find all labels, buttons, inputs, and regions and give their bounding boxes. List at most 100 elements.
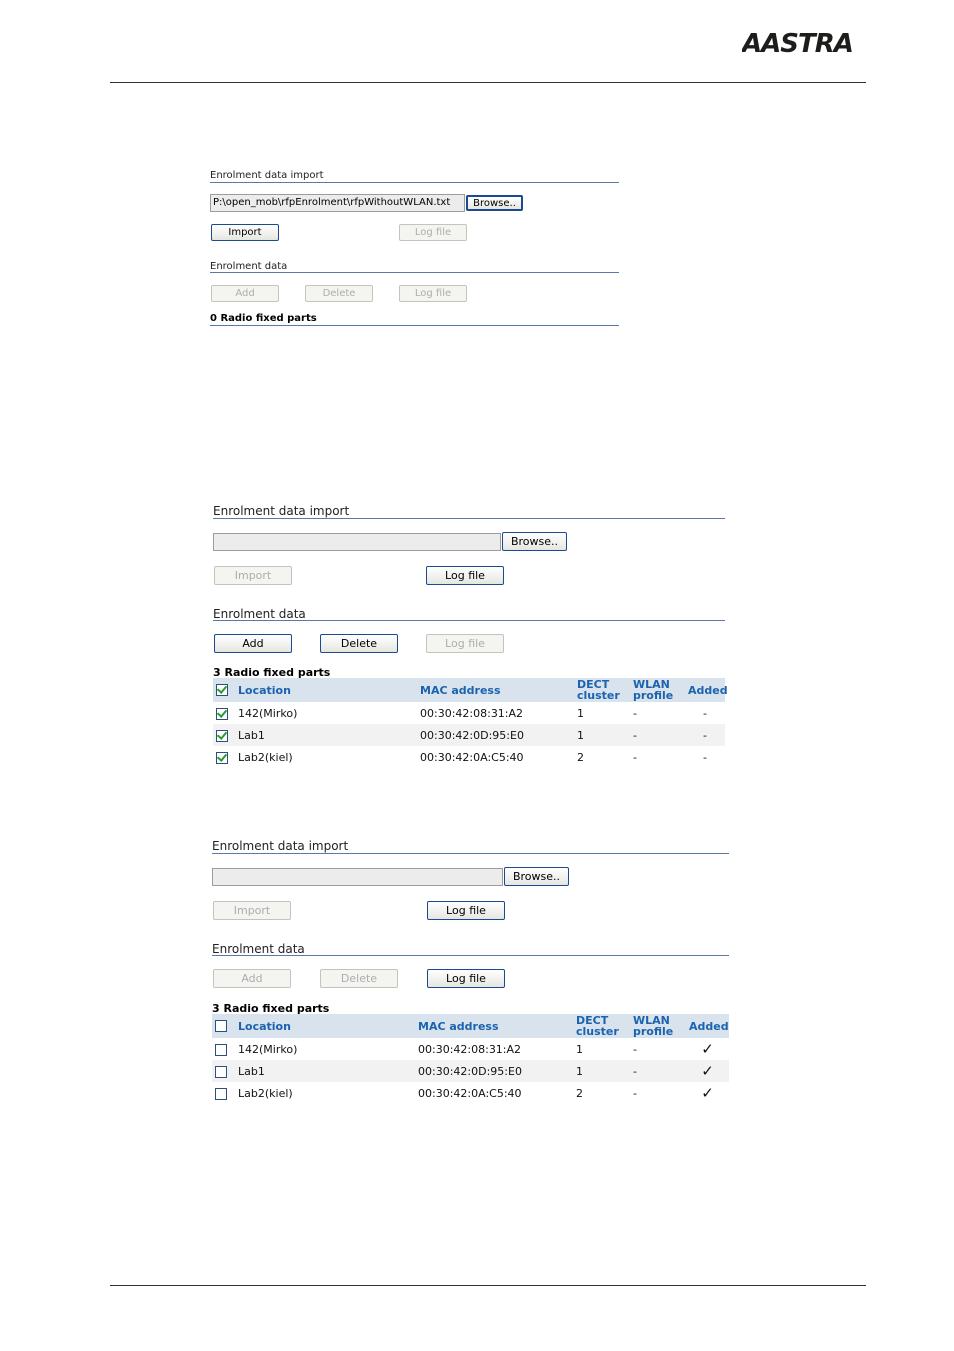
cell-mac: 00:30:42:0D:95:E0 [415, 1060, 573, 1082]
added-check-icon: ✓ [701, 1040, 714, 1058]
cell-mac: 00:30:42:0D:95:E0 [417, 724, 574, 746]
cell-added: - [685, 724, 725, 746]
section-title-data: Enrolment data [212, 942, 305, 956]
cell-location: 142(Mirko) [238, 706, 298, 720]
cell-mac: 00:30:42:0A:C5:40 [420, 750, 524, 764]
rfp-count: 0 Radio fixed parts [210, 313, 317, 324]
import-log-file-button[interactable]: Log file [427, 901, 505, 920]
select-all-cell[interactable] [213, 678, 235, 702]
table-row[interactable]: 142(Mirko) 00:30:42:08:31:A2 1 - - [213, 702, 725, 724]
cell-added: - [703, 706, 707, 720]
cell-location: Lab2(kiel) [238, 750, 293, 764]
cell-location: Lab2(kiel) [238, 1086, 293, 1100]
col-dect: DECT cluster [573, 1014, 630, 1038]
table-row[interactable]: Lab2(kiel) 00:30:42:0A:C5:40 2 - - [213, 746, 725, 768]
section-line [210, 182, 619, 183]
file-path-input[interactable] [212, 868, 503, 886]
added-check-icon: ✓ [701, 1084, 714, 1102]
import-button[interactable]: Import [214, 566, 292, 585]
section-title-import: Enrolment data import [210, 170, 324, 181]
cell-mac: 00:30:42:0A:C5:40 [418, 1086, 522, 1100]
delete-button[interactable]: Delete [320, 969, 398, 988]
table-header-row: Location MAC address DECT cluster WLAN pro… [213, 678, 728, 702]
add-button[interactable]: Add [211, 285, 279, 302]
import-button[interactable]: Import [213, 901, 291, 920]
panel-empty-import: Enrolment data import P:\open_mob\rfpEnr… [210, 170, 620, 330]
import-button[interactable]: Import [211, 224, 279, 241]
select-all-checkbox[interactable] [216, 684, 228, 696]
section-line [213, 518, 725, 519]
section-line [213, 620, 725, 621]
delete-button[interactable]: Delete [320, 634, 398, 653]
row-checkbox[interactable] [215, 1043, 227, 1056]
import-log-file-button[interactable]: Log file [399, 224, 467, 241]
add-button[interactable]: Add [214, 634, 292, 653]
rfp-table: Location MAC address DECT cluster WLAN pro… [212, 1014, 729, 1104]
table-row[interactable]: Lab1 00:30:42:0D:95:E0 1 - ✓ [212, 1060, 729, 1082]
table-header-row: Location MAC address DECT cluster WLAN pro… [212, 1014, 729, 1038]
col-mac: MAC address [417, 678, 574, 702]
header-rule [110, 82, 866, 83]
table-row[interactable]: 142(Mirko) 00:30:42:08:31:A2 1 - ✓ [212, 1038, 729, 1060]
cell-wlan: - [633, 1042, 637, 1056]
data-log-file-button[interactable]: Log file [426, 634, 504, 653]
cell-wlan: - [633, 1086, 637, 1100]
cell-added: - [703, 750, 707, 764]
rfp-table: Location MAC address DECT cluster WLAN pro… [213, 678, 728, 768]
cell-wlan: - [630, 1060, 686, 1082]
cell-mac: 00:30:42:08:31:A2 [418, 1042, 522, 1056]
footer-rule [110, 1285, 866, 1286]
cell-wlan: - [633, 750, 637, 764]
section-title-import: Enrolment data import [212, 839, 349, 853]
browse-button[interactable]: Browse.. [504, 867, 569, 886]
table-row[interactable]: Lab1 00:30:42:0D:95:E0 1 - - [213, 724, 725, 746]
file-path-input[interactable]: P:\open_mob\rfpEnrolment\rfpWithoutWLAN.… [210, 194, 465, 212]
aastra-logo: AASTRA [742, 29, 854, 58]
select-all-checkbox[interactable] [215, 1020, 227, 1032]
cell-dect: 2 [576, 1086, 583, 1100]
row-checkbox[interactable] [216, 751, 228, 764]
cell-dect: 1 [577, 706, 584, 720]
cell-wlan: - [633, 706, 637, 720]
row-checkbox[interactable] [215, 1087, 227, 1100]
cell-location: 142(Mirko) [238, 1042, 298, 1056]
logo-text: AASTRA [742, 29, 853, 58]
cell-location: Lab1 [235, 724, 417, 746]
col-mac: MAC address [415, 1014, 573, 1038]
row-checkbox[interactable] [216, 707, 228, 720]
browse-button[interactable]: Browse.. [502, 532, 567, 551]
col-added: Added [685, 678, 728, 702]
table-row[interactable]: Lab2(kiel) 00:30:42:0A:C5:40 2 - ✓ [212, 1082, 729, 1104]
cell-dect: 2 [577, 750, 584, 764]
data-log-file-button[interactable]: Log file [399, 285, 467, 302]
row-checkbox[interactable] [215, 1065, 227, 1078]
data-log-file-button[interactable]: Log file [427, 969, 505, 988]
select-all-cell[interactable] [212, 1014, 235, 1038]
section-line [212, 853, 729, 854]
add-button[interactable]: Add [213, 969, 291, 988]
cell-location: Lab1 [235, 1060, 415, 1082]
col-wlan: WLAN profile [630, 678, 685, 702]
cell-dect: 1 [576, 1042, 583, 1056]
import-log-file-button[interactable]: Log file [426, 566, 504, 585]
section-line [210, 325, 619, 326]
col-dect: DECT cluster [574, 678, 630, 702]
section-title-data: Enrolment data [213, 607, 306, 621]
row-checkbox[interactable] [216, 729, 228, 742]
col-added: Added [686, 1014, 729, 1038]
panel-added-rfps: Enrolment data import Browse.. Import Lo… [212, 839, 729, 1109]
file-path-input[interactable] [213, 533, 501, 551]
browse-button[interactable]: Browse.. [466, 195, 523, 211]
cell-mac: 00:30:42:08:31:A2 [420, 706, 524, 720]
col-wlan: WLAN profile [630, 1014, 686, 1038]
section-title-import: Enrolment data import [213, 504, 350, 518]
section-title-data: Enrolment data [210, 261, 288, 272]
col-location: Location [235, 678, 417, 702]
section-line [212, 955, 729, 956]
section-line [210, 272, 619, 273]
col-location: Location [235, 1014, 415, 1038]
delete-button[interactable]: Delete [305, 285, 373, 302]
added-check-icon: ✓ [686, 1060, 729, 1082]
panel-selected-rfps: Enrolment data import Browse.. Import Lo… [213, 504, 728, 774]
cell-dect: 1 [574, 724, 630, 746]
